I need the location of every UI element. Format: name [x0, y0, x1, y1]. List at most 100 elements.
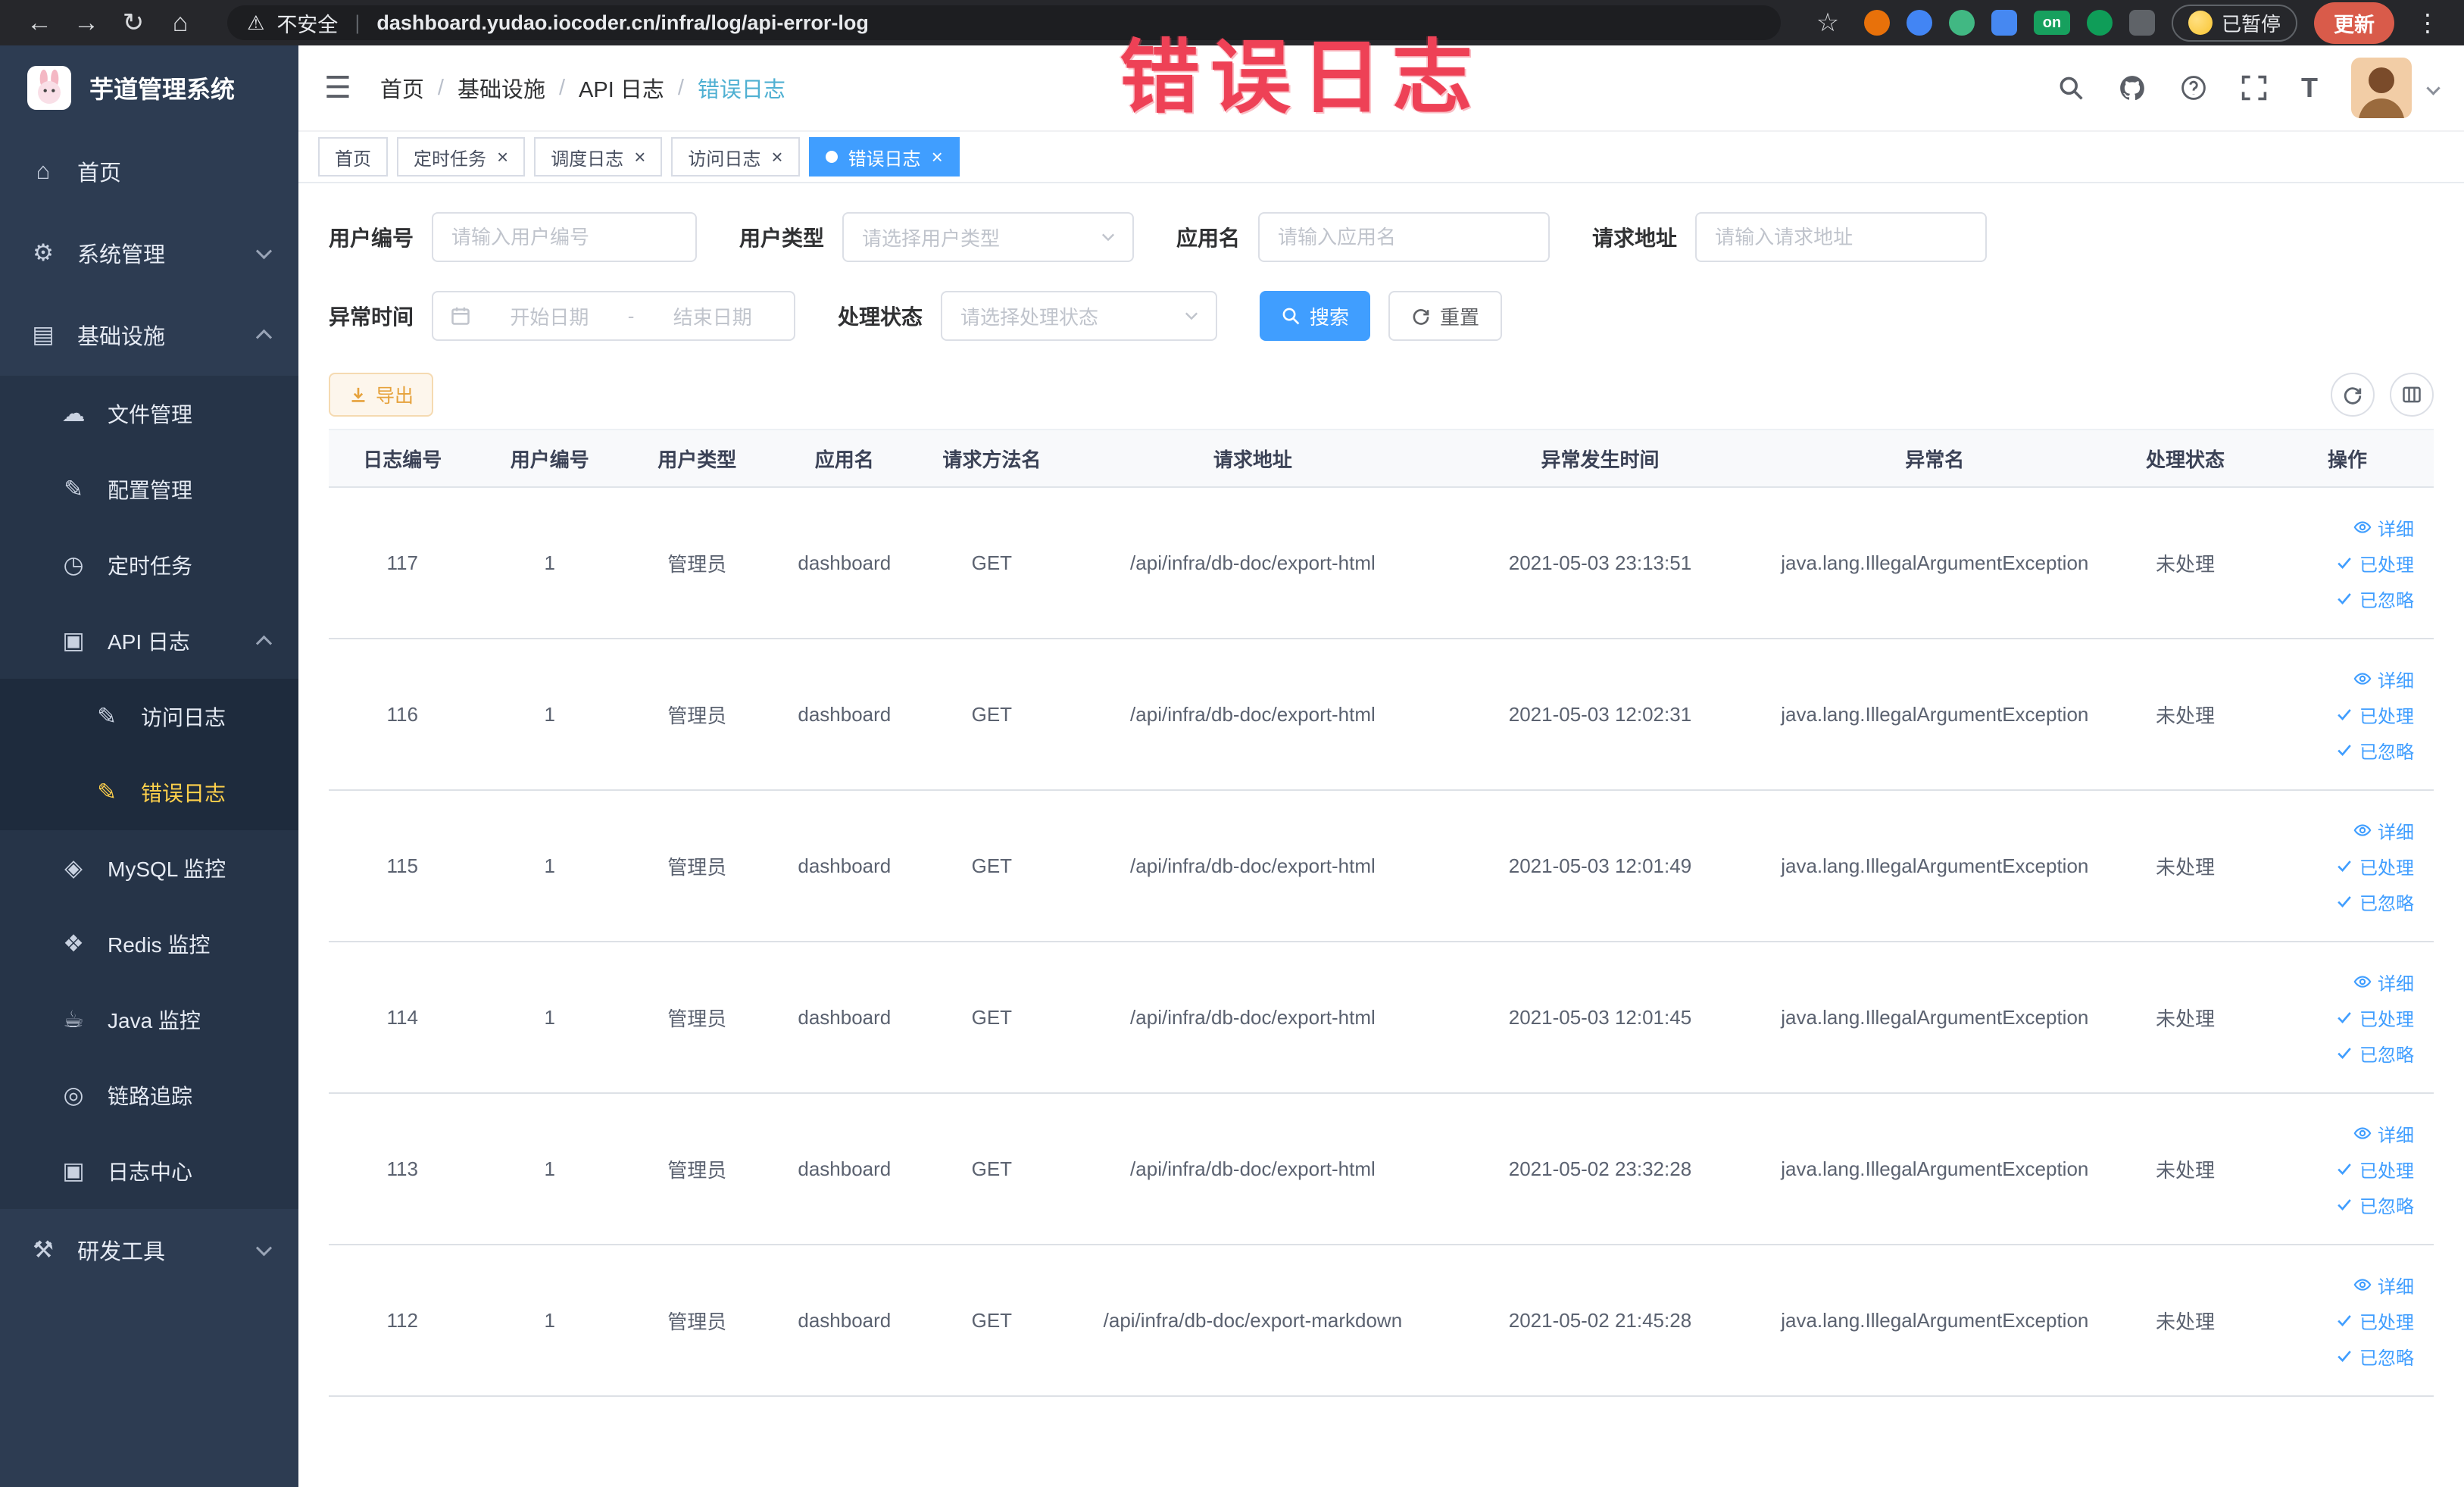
column-settings-button[interactable] — [2390, 373, 2434, 417]
tab-close-icon[interactable]: × — [932, 147, 943, 167]
refresh-table-button[interactable] — [2331, 373, 2375, 417]
search-icon[interactable] — [2057, 74, 2085, 102]
sidebar-item-log-center[interactable]: ▣ 日志中心 — [0, 1133, 298, 1209]
reset-button[interactable]: 重置 — [1388, 291, 1503, 341]
sidebar-item-java-monitor[interactable]: ☕ Java 监控 — [0, 982, 298, 1057]
bookmark-star-icon[interactable]: ☆ — [1808, 8, 1847, 38]
ignored-link[interactable]: 已忽略 — [2261, 1040, 2414, 1067]
ignored-link[interactable]: 已忽略 — [2261, 586, 2414, 612]
sidebar-item-access-log[interactable]: ✎ 访问日志 — [0, 679, 298, 754]
avatar-caret-icon[interactable] — [2426, 80, 2441, 95]
processed-link[interactable]: 已处理 — [2261, 1004, 2414, 1031]
breadcrumb-item-infrastructure[interactable]: 基础设施 — [458, 72, 545, 104]
sidebar-item-file-mgmt[interactable]: ☁ 文件管理 — [0, 376, 298, 451]
process-status-label: 处理状态 — [838, 305, 923, 329]
cell-method: GET — [918, 487, 1066, 639]
address-bar[interactable]: ⚠ 不安全 | dashboard.yudao.iocoder.cn/infra… — [227, 5, 1781, 40]
browser-forward-icon[interactable]: → — [67, 8, 106, 38]
sidebar-item-dev-tools[interactable]: ⚒ 研发工具 — [0, 1209, 298, 1291]
detail-link[interactable]: 详细 — [2261, 666, 2414, 692]
github-icon[interactable] — [2118, 73, 2147, 102]
processed-link[interactable]: 已处理 — [2261, 1307, 2414, 1334]
sidebar-item-mysql-monitor[interactable]: ◈ MySQL 监控 — [0, 830, 298, 906]
ignored-link[interactable]: 已忽略 — [2261, 1192, 2414, 1218]
browser-back-icon[interactable]: ← — [20, 8, 59, 38]
browser-update-button[interactable]: 更新 — [2314, 2, 2394, 44]
tab-close-icon[interactable]: × — [497, 147, 508, 167]
sidebar-item-error-log[interactable]: ✎ 错误日志 — [0, 754, 298, 830]
extension-icon-3[interactable] — [1948, 10, 1975, 36]
page-content: 用户编号 用户类型 请选择用户类型 应用名 请求地址 异常时 — [298, 212, 2464, 1397]
detail-link[interactable]: 详细 — [2261, 1272, 2414, 1298]
sidebar-item-infrastructure[interactable]: ▤ 基础设施 — [0, 294, 298, 376]
sidebar-item-label: 链路追踪 — [108, 1085, 193, 1108]
cell-log-id: 117 — [329, 487, 476, 639]
table-row: 116 1 管理员 dashboard GET /api/infra/db-do… — [329, 639, 2434, 791]
sidebar-item-system-mgmt[interactable]: ⚙ 系统管理 — [0, 212, 298, 294]
paused-status-badge[interactable]: 已暂停 — [2171, 4, 2297, 42]
tab-close-icon[interactable]: × — [634, 147, 645, 167]
extension-icon-5[interactable] — [2086, 10, 2113, 36]
extension-icon-4[interactable] — [1991, 10, 2017, 36]
tab-close-icon[interactable]: × — [771, 147, 782, 167]
processed-link[interactable]: 已处理 — [2261, 853, 2414, 879]
check-icon — [2338, 1199, 2351, 1211]
export-button-label: 导出 — [376, 386, 414, 407]
tab-scheduled-tasks[interactable]: 定时任务 × — [397, 137, 526, 177]
eye-icon — [2353, 976, 2372, 988]
check-icon — [2338, 1315, 2351, 1326]
cell-request-url: /api/infra/db-doc/export-html — [1065, 790, 1441, 942]
hamburger-icon[interactable]: ☰ — [324, 70, 351, 105]
processed-link[interactable]: 已处理 — [2261, 1156, 2414, 1182]
breadcrumb-item-api-log[interactable]: API 日志 — [579, 72, 664, 104]
browser-home-icon[interactable]: ⌂ — [161, 8, 200, 38]
processed-link[interactable]: 已处理 — [2261, 550, 2414, 576]
detail-link[interactable]: 详细 — [2261, 969, 2414, 995]
api-log-submenu: ✎ 访问日志 ✎ 错误日志 — [0, 679, 298, 830]
cell-user-type: 管理员 — [623, 790, 771, 942]
sidebar-item-config-mgmt[interactable]: ✎ 配置管理 — [0, 451, 298, 527]
app-logo[interactable]: 芋道管理系统 — [0, 45, 298, 130]
app-name-input[interactable] — [1258, 212, 1551, 262]
process-status-select[interactable]: 请选择处理状态 — [941, 291, 1218, 341]
tab-access-log[interactable]: 访问日志 × — [671, 137, 800, 177]
proxy-on-extension-icon[interactable]: on — [2033, 11, 2070, 35]
detail-link[interactable]: 详细 — [2261, 514, 2414, 541]
tab-home[interactable]: 首页 — [318, 137, 388, 177]
detail-link[interactable]: 详细 — [2261, 817, 2414, 844]
tab-dispatch-log[interactable]: 调度日志 × — [534, 137, 663, 177]
sidebar-item-redis-monitor[interactable]: ❖ Redis 监控 — [0, 906, 298, 982]
exception-time-range-picker[interactable]: 开始日期 - 结束日期 — [432, 291, 796, 341]
extension-icon-2[interactable] — [1906, 10, 1932, 36]
sidebar-item-scheduled-tasks[interactable]: ◷ 定时任务 — [0, 527, 298, 603]
cell-log-id: 114 — [329, 942, 476, 1094]
browser-reload-icon[interactable]: ↻ — [114, 8, 153, 38]
avatar[interactable] — [2351, 58, 2412, 118]
user-id-input[interactable] — [432, 212, 698, 262]
tab-error-log[interactable]: 错误日志 × — [808, 137, 960, 177]
cell-request-url: /api/infra/db-doc/export-html — [1065, 942, 1441, 1094]
ignored-link[interactable]: 已忽略 — [2261, 737, 2414, 764]
breadcrumb-item-home[interactable]: 首页 — [380, 72, 424, 104]
sidebar-item-api-log[interactable]: ▣ API 日志 — [0, 603, 298, 679]
browser-menu-kebab-icon[interactable]: ⋮ — [2411, 8, 2444, 37]
request-url-input[interactable] — [1695, 212, 1988, 262]
ignored-link[interactable]: 已忽略 — [2261, 889, 2414, 915]
col-user-id: 用户编号 — [476, 429, 624, 488]
sidebar-item-label: Java 监控 — [108, 1009, 201, 1032]
export-button[interactable]: 导出 — [329, 373, 434, 417]
detail-link[interactable]: 详细 — [2261, 1120, 2414, 1147]
chevron-down-icon — [255, 242, 273, 259]
app-name-label: 应用名 — [1176, 226, 1241, 250]
fullscreen-icon[interactable] — [2241, 74, 2268, 102]
processed-link[interactable]: 已处理 — [2261, 701, 2414, 728]
ignored-link[interactable]: 已忽略 — [2261, 1343, 2414, 1370]
help-icon[interactable] — [2180, 74, 2207, 102]
user-type-select[interactable]: 请选择用户类型 — [842, 212, 1135, 262]
sidebar-item-tracing[interactable]: ◎ 链路追踪 — [0, 1057, 298, 1133]
font-size-icon[interactable]: T — [2301, 72, 2318, 104]
extension-icon-6[interactable] — [2128, 10, 2155, 36]
search-button[interactable]: 搜索 — [1260, 291, 1371, 341]
sidebar-item-home[interactable]: ⌂ 首页 — [0, 130, 298, 212]
extension-icon-1[interactable] — [1863, 10, 1890, 36]
